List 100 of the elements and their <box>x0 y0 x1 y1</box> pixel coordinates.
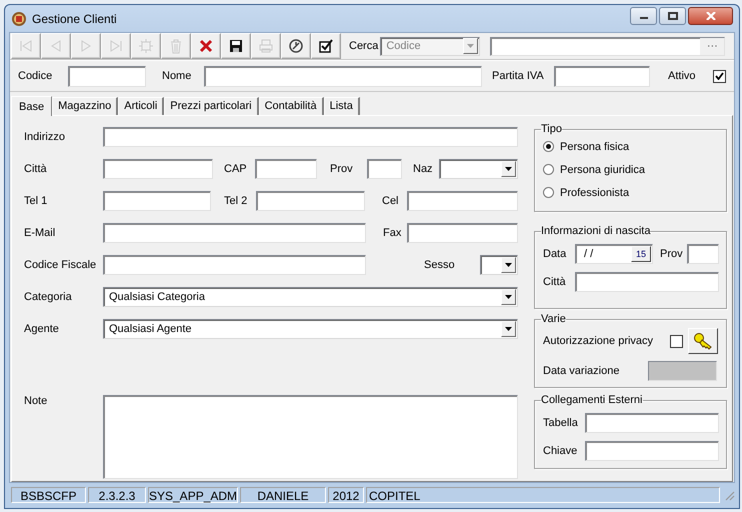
dial-icon <box>288 38 304 54</box>
close-icon <box>706 12 716 20</box>
status-pane: COPITEL <box>366 487 720 504</box>
group-title: Informazioni di nascita <box>541 225 650 238</box>
text-field[interactable] <box>255 159 317 180</box>
text-field[interactable] <box>407 191 518 212</box>
status-pane: 2.3.2.3 <box>88 487 146 504</box>
status-pane: SYS_APP_ADM <box>148 487 238 504</box>
checkbox-button[interactable] <box>311 33 341 60</box>
text-field[interactable] <box>68 66 146 87</box>
dropdown-arrow-icon <box>505 295 512 300</box>
field-label: Attivo <box>668 70 697 82</box>
checkbox[interactable] <box>670 334 683 348</box>
field-label: CAP <box>224 163 248 176</box>
status-pane: DANIELE <box>240 487 326 504</box>
read-only-field <box>648 361 717 382</box>
last-record-icon <box>108 38 124 54</box>
tab[interactable]: Contabilità <box>258 97 324 116</box>
text-field[interactable] <box>204 66 482 87</box>
first-record-icon <box>18 38 34 54</box>
dropdown[interactable] <box>439 159 518 180</box>
field-label: Categoria <box>24 291 73 304</box>
radio-button[interactable] <box>543 141 554 152</box>
tab[interactable]: Lista <box>324 97 360 116</box>
save-button[interactable] <box>221 33 251 60</box>
status-pane: 2012 <box>328 487 364 504</box>
save-icon <box>228 38 244 54</box>
notes-field[interactable] <box>103 395 518 480</box>
search-field[interactable]: ··· <box>490 36 726 56</box>
tab[interactable]: Base <box>11 96 52 116</box>
dropdown-arrow-icon <box>467 44 474 48</box>
maximize-button[interactable] <box>659 6 686 25</box>
text-field[interactable] <box>103 255 366 276</box>
text-field[interactable] <box>554 66 650 87</box>
text-field[interactable] <box>256 191 365 212</box>
calendar-button[interactable]: 15 <box>631 246 651 262</box>
field-label: Sesso <box>424 259 456 272</box>
field-label: Data variazione <box>543 365 620 378</box>
field-label: Autorizzazione privacy <box>543 335 654 348</box>
text-field[interactable] <box>103 191 211 212</box>
dropdown-arrow-icon <box>505 327 512 332</box>
date-field[interactable]: / / 15 <box>575 244 653 264</box>
text-field[interactable] <box>575 272 719 292</box>
field-label: Partita IVA <box>492 70 545 82</box>
radio-button[interactable] <box>543 187 554 198</box>
field-label: E-Mail <box>24 227 56 240</box>
tab[interactable]: Articoli <box>118 97 164 116</box>
text-field[interactable] <box>103 127 518 148</box>
minimize-button[interactable] <box>630 6 657 25</box>
field-label: Città <box>543 276 567 288</box>
search-label: Cerca <box>349 40 378 52</box>
checkbox[interactable] <box>713 70 726 83</box>
group-title: Tipo <box>541 123 562 136</box>
field-label: Fax <box>383 227 402 240</box>
field-label: Prov <box>330 163 354 176</box>
app-icon <box>11 10 27 27</box>
field-label: Cel <box>382 195 400 208</box>
field-label: Agente <box>24 323 60 336</box>
field-label: Chiave <box>543 445 578 458</box>
cancel-icon <box>198 38 214 54</box>
radio-button[interactable] <box>543 164 554 176</box>
field-label: Nome <box>162 70 192 82</box>
dropdown[interactable]: Qualsiasi Agente <box>103 319 518 340</box>
tab[interactable]: Magazzino <box>52 97 118 116</box>
key-button[interactable] <box>688 328 718 354</box>
field-label: Data <box>543 248 568 260</box>
window-title: Gestione Clienti <box>32 12 117 26</box>
status-pane: BSBSCFP <box>11 487 86 504</box>
cancel-button[interactable] <box>191 33 221 60</box>
text-field[interactable] <box>103 223 366 244</box>
radio-option[interactable]: Persona giuridica <box>535 158 726 182</box>
option-label: Professionista <box>560 186 630 199</box>
dial-button[interactable] <box>281 33 311 60</box>
option-label: Persona fisica <box>560 140 630 153</box>
close-button[interactable] <box>688 6 733 25</box>
group-title: Collegamenti Esterni <box>541 394 642 406</box>
maximize-icon <box>668 12 678 20</box>
tab[interactable]: Prezzi particolari <box>164 97 259 116</box>
field-label: Note <box>24 395 48 408</box>
resize-grip-icon <box>724 490 735 501</box>
field-label: Naz <box>413 163 434 176</box>
field-label: Tabella <box>543 417 579 430</box>
group-title: Varie <box>541 313 566 326</box>
text-field[interactable] <box>585 413 719 434</box>
key-icon <box>693 332 713 350</box>
field-label: Codice Fiscale <box>24 259 98 272</box>
field-label: Città <box>24 163 48 176</box>
browse-button[interactable]: ··· <box>700 38 724 55</box>
field-label: Prov <box>660 248 684 260</box>
dropdown-arrow-icon <box>505 263 512 268</box>
radio-option[interactable]: Professionista <box>535 181 726 204</box>
dropdown[interactable] <box>480 255 518 276</box>
text-field[interactable] <box>367 159 402 180</box>
field-label: Tel 2 <box>224 195 248 208</box>
dropdown[interactable]: Qualsiasi Categoria <box>103 287 518 308</box>
text-field[interactable] <box>585 441 719 462</box>
text-field[interactable] <box>687 244 719 264</box>
text-field[interactable] <box>407 223 518 244</box>
text-field[interactable] <box>103 159 213 180</box>
radio-option[interactable]: Persona fisica <box>535 135 726 158</box>
